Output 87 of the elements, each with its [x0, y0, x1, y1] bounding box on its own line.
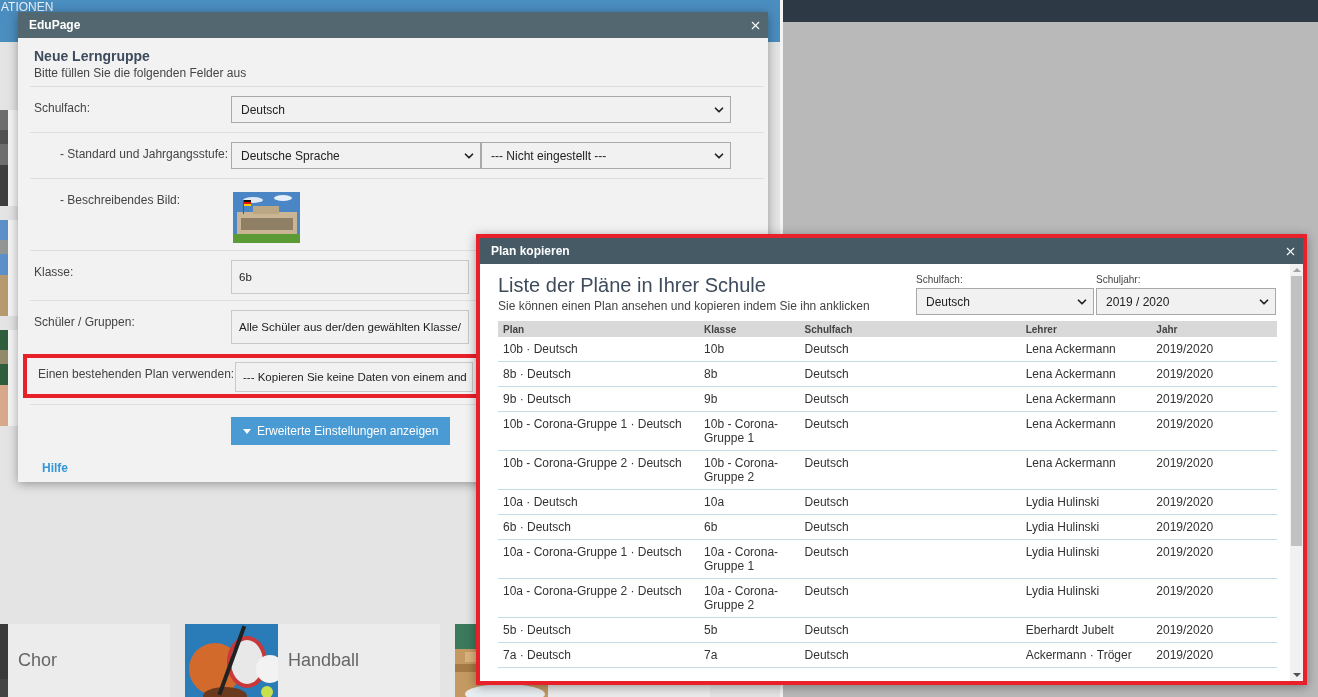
list-heading: Liste der Pläne in Ihrer Schule	[498, 274, 767, 297]
table-cell[interactable]: 2019/2020	[1151, 386, 1277, 412]
field-label: Schüler / Gruppen:	[33, 314, 136, 329]
table-cell[interactable]: Ackermann · Tröger	[1020, 642, 1152, 668]
card[interactable]: Handball	[185, 624, 440, 697]
table-cell[interactable]: 6b	[699, 514, 800, 540]
table-cell[interactable]: Deutsch	[799, 578, 1021, 618]
table-cell[interactable]: 2019/2020	[1151, 411, 1277, 451]
dropdown[interactable]: Deutsch	[231, 96, 731, 123]
table-cell[interactable]: 2019/2020	[1151, 617, 1277, 643]
column-header: Jahr	[1151, 321, 1277, 337]
dialog-subtitle: Bitte füllen Sie die folgenden Felder aus	[34, 66, 248, 82]
card[interactable]: Chor	[0, 624, 170, 697]
table-cell[interactable]: Lydia Hulinski	[1020, 578, 1152, 618]
header-text: ATIONEN	[1, 0, 54, 14]
table-cell[interactable]: Eberhardt Jubelt	[1020, 617, 1152, 643]
table-cell[interactable]: 9b	[699, 386, 800, 412]
list-subtitle: Sie können einen Plan ansehen und kopieren indem Sie ihn anklicken	[498, 299, 870, 313]
table-cell[interactable]: Lena Ackermann	[1020, 450, 1152, 490]
table-cell[interactable]: 2019/2020	[1151, 450, 1277, 490]
table-cell[interactable]: 10b · Deutsch	[498, 337, 700, 362]
window-title: EduPage	[29, 18, 81, 32]
table-cell[interactable]: 5b · Deutsch	[498, 617, 700, 643]
table-cell[interactable]: 10a	[699, 489, 800, 515]
table-cell[interactable]: 10a - Corona-Gruppe 1	[699, 539, 800, 579]
field-label: Klasse:	[33, 264, 75, 279]
table-cell[interactable]: 10b - Corona-Gruppe 1 · Deutsch	[498, 411, 700, 451]
table-cell[interactable]: 2019/2020	[1151, 337, 1277, 362]
field-label: Einen bestehenden Plan verwenden:	[37, 366, 235, 381]
table-cell[interactable]: Lena Ackermann	[1020, 411, 1152, 451]
table-cell[interactable]: Deutsch	[799, 617, 1021, 643]
table-cell[interactable]: Deutsch	[799, 411, 1021, 451]
table-cell[interactable]: Deutsch	[799, 337, 1021, 362]
table-cell[interactable]: 10a · Deutsch	[498, 489, 700, 515]
table-cell[interactable]: 2019/2020	[1151, 578, 1277, 618]
column-header: Plan	[498, 321, 700, 337]
column-header: Schulfach	[799, 321, 1021, 337]
filter-dropdown[interactable]: Deutsch	[916, 288, 1094, 315]
filter-label: Schulfach:	[916, 274, 964, 285]
dropdown[interactable]: Deutsche Sprache	[231, 142, 481, 169]
table-cell[interactable]: 10b - Corona-Gruppe 1	[699, 411, 800, 451]
table-cell[interactable]: 2019/2020	[1151, 361, 1277, 387]
table-cell[interactable]: 2019/2020	[1151, 514, 1277, 540]
card-title: Handball	[288, 650, 360, 671]
table-cell[interactable]: 10a - Corona-Gruppe 2	[699, 578, 800, 618]
table-cell[interactable]: 2019/2020	[1151, 642, 1277, 668]
window-title: Plan kopieren	[491, 244, 570, 258]
table-cell[interactable]: 7a	[699, 642, 800, 668]
input-field[interactable]: 6b	[231, 260, 469, 294]
table-cell[interactable]: Lena Ackermann	[1020, 386, 1152, 412]
table-cell[interactable]: 10b - Corona-Gruppe 2 · Deutsch	[498, 450, 700, 490]
filter-label: Schuljahr:	[1096, 274, 1142, 285]
table-cell[interactable]: Deutsch	[799, 361, 1021, 387]
table-cell[interactable]: 10b - Corona-Gruppe 2	[699, 450, 800, 490]
table-cell[interactable]: 5b	[699, 617, 800, 643]
filter-dropdown[interactable]: 2019 / 2020	[1096, 288, 1276, 315]
column-header: Lehrer	[1020, 321, 1152, 337]
input-field[interactable]: --- Kopieren Sie keine Daten von einem and	[235, 362, 473, 392]
table-cell[interactable]: Lena Ackermann	[1020, 361, 1152, 387]
table-cell[interactable]: Deutsch	[799, 642, 1021, 668]
table-cell[interactable]: 8b	[699, 361, 800, 387]
table-cell[interactable]: Lydia Hulinski	[1020, 514, 1152, 540]
table-cell[interactable]: Deutsch	[799, 489, 1021, 515]
table-cell[interactable]: Lydia Hulinski	[1020, 489, 1152, 515]
dropdown[interactable]: --- Nicht eingestellt ---	[481, 142, 731, 169]
table-cell[interactable]: Deutsch	[799, 386, 1021, 412]
table-cell[interactable]: 9b · Deutsch	[498, 386, 700, 412]
table-cell[interactable]: Lena Ackermann	[1020, 337, 1152, 362]
field-label: - Beschreibendes Bild:	[59, 192, 182, 207]
input-field[interactable]: Alle Schüler aus der/den gewählten Klasse/	[231, 310, 469, 344]
table-cell[interactable]: 7a · Deutsch	[498, 642, 700, 668]
dialog-heading: Neue Lerngruppe	[34, 48, 151, 64]
table-cell[interactable]: Deutsch	[799, 539, 1021, 579]
table-cell[interactable]: 6b · Deutsch	[498, 514, 700, 540]
table-cell[interactable]: 10b	[699, 337, 800, 362]
table-cell[interactable]: 10a - Corona-Gruppe 2 · Deutsch	[498, 578, 700, 618]
column-header: Klasse	[699, 321, 800, 337]
table-cell[interactable]: 8b · Deutsch	[498, 361, 700, 387]
field-label: Schulfach:	[33, 100, 92, 115]
table-cell[interactable]: 10a - Corona-Gruppe 1 · Deutsch	[498, 539, 700, 579]
table-cell[interactable]: Lydia Hulinski	[1020, 539, 1152, 579]
card-title: Chor	[18, 650, 57, 671]
table-cell[interactable]: Deutsch	[799, 514, 1021, 540]
table-cell[interactable]: 2019/2020	[1151, 539, 1277, 579]
table-cell[interactable]: Deutsch	[799, 450, 1021, 490]
table-cell[interactable]: 2019/2020	[1151, 489, 1277, 515]
field-label: - Standard und Jahrgangsstufe:	[59, 146, 230, 161]
